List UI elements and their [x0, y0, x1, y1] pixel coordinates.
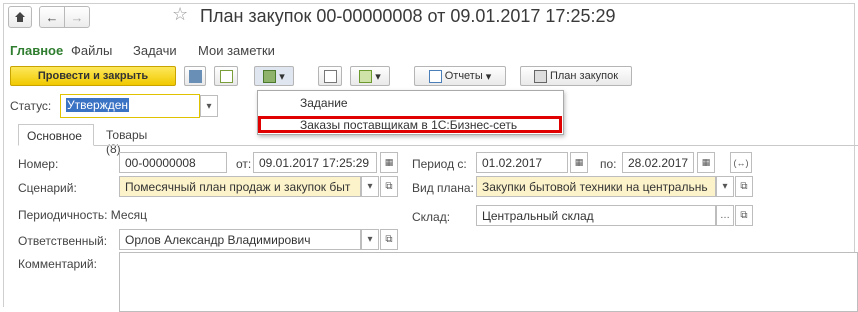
reports-button[interactable]: Отчеты ▾ — [414, 66, 506, 86]
section-notes[interactable]: Мои заметки — [198, 43, 275, 58]
plan-type-field[interactable]: Закупки бытовой техники на центральнь — [476, 176, 716, 197]
post-and-close-button[interactable]: Провести и закрыть — [10, 66, 176, 86]
create-based-icon — [263, 69, 277, 83]
scenario-label: Сценарий: — [18, 181, 77, 195]
responsible-label: Ответственный: — [18, 234, 108, 248]
home-icon — [15, 12, 25, 22]
document-post-icon — [219, 69, 233, 83]
calendar-icon: ▦ — [384, 157, 394, 167]
chevron-down-icon: ▾ — [485, 70, 492, 83]
comment-label: Комментарий: — [18, 257, 97, 271]
responsible-field[interactable]: Орлов Александр Владимирович — [119, 229, 361, 250]
status-field[interactable]: Утвержден — [60, 94, 200, 118]
save-button[interactable] — [184, 66, 206, 86]
chevron-down-icon: ▾ — [279, 70, 285, 83]
period-from-field[interactable]: 01.02.2017 — [476, 152, 568, 173]
status-dropdown-button[interactable]: ▾ — [200, 95, 218, 117]
chevron-down-icon: ▾ — [206, 100, 212, 112]
post-button[interactable] — [214, 66, 238, 86]
section-main[interactable]: Главное — [10, 43, 63, 58]
printer-icon — [533, 69, 547, 83]
periodicity-text: Периодичность: Месяц — [18, 208, 147, 222]
responsible-open-button[interactable]: ⧉ — [380, 229, 398, 250]
calendar-icon: ▦ — [701, 157, 711, 167]
calendar-button[interactable]: ▦ — [570, 152, 588, 173]
list-icon — [323, 69, 337, 83]
forward-arrow-icon: → — [70, 9, 84, 25]
menu-item-task[interactable]: Задание — [300, 96, 348, 110]
open-icon: ⧉ — [385, 234, 393, 245]
ellipsis-icon: … — [720, 210, 730, 221]
save-icon — [188, 69, 202, 83]
tab-goods[interactable]: Товары (8) — [96, 124, 174, 156]
comment-field[interactable] — [119, 252, 858, 312]
chevron-down-icon: ▾ — [367, 234, 373, 245]
highlight-box — [258, 116, 562, 133]
back-arrow-icon: ← — [45, 9, 59, 25]
status-label: Статус: — [10, 99, 52, 113]
scenario-dropdown-button[interactable]: ▾ — [361, 176, 379, 197]
calendar-button[interactable]: ▦ — [380, 152, 398, 173]
purchase-plan-label: План закупок — [549, 70, 619, 82]
number-label: Номер: — [18, 157, 59, 171]
warehouse-select-button[interactable]: … — [716, 205, 734, 226]
responsible-dropdown-button[interactable]: ▾ — [361, 229, 379, 250]
home-button[interactable] — [8, 6, 32, 28]
open-icon: ⧉ — [740, 181, 748, 192]
section-tasks[interactable]: Задачи — [133, 43, 177, 58]
report-icon — [428, 69, 442, 83]
reports-label: Отчеты — [444, 70, 483, 82]
calendar-button[interactable]: ▦ — [697, 152, 715, 173]
section-files[interactable]: Файлы — [71, 43, 112, 58]
open-icon: ⧉ — [740, 210, 748, 221]
star-icon[interactable]: ☆ — [172, 4, 188, 25]
warehouse-label: Склад: — [412, 210, 451, 224]
warehouse-open-button[interactable]: ⧉ — [735, 205, 753, 226]
chevron-down-icon: ▾ — [367, 181, 373, 192]
number-field[interactable]: 00-00000008 — [119, 152, 227, 173]
chevron-down-icon: ▾ — [375, 70, 381, 83]
date-field[interactable]: 09.01.2017 17:25:29 — [253, 152, 377, 173]
date-label: от: — [236, 157, 252, 171]
period-select-button[interactable]: (↔) — [730, 152, 752, 173]
back-button[interactable]: ← — [39, 6, 65, 28]
calendar-icon: ▦ — [574, 157, 584, 167]
warehouse-field[interactable]: Центральный склад — [476, 205, 716, 226]
print-icon — [359, 69, 373, 83]
open-icon: ⧉ — [385, 181, 393, 192]
period-icon: (↔) — [733, 157, 749, 168]
purchase-plan-print-button[interactable]: План закупок — [520, 66, 632, 86]
print-button[interactable]: ▾ — [350, 66, 390, 86]
tab-divider — [18, 145, 858, 146]
plan-type-dropdown-button[interactable]: ▾ — [716, 176, 734, 197]
period-to-label: по: — [600, 157, 617, 171]
tab-main[interactable]: Основное — [18, 124, 94, 146]
page-title: План закупок 00-00000008 от 09.01.2017 1… — [200, 6, 616, 26]
plan-type-open-button[interactable]: ⧉ — [735, 176, 753, 197]
structure-button[interactable] — [318, 66, 342, 86]
scenario-open-button[interactable]: ⧉ — [380, 176, 398, 197]
plan-type-label: Вид плана: — [412, 181, 474, 195]
forward-button[interactable]: → — [64, 6, 90, 28]
status-value: Утвержден — [66, 98, 130, 112]
period-from-label: Период с: — [412, 157, 467, 171]
chevron-down-icon: ▾ — [722, 181, 728, 192]
create-based-on-button[interactable]: ▾ — [254, 66, 294, 86]
scenario-field[interactable]: Помесячный план продаж и закупок быт — [119, 176, 361, 197]
period-to-field[interactable]: 28.02.2017 — [622, 152, 694, 173]
